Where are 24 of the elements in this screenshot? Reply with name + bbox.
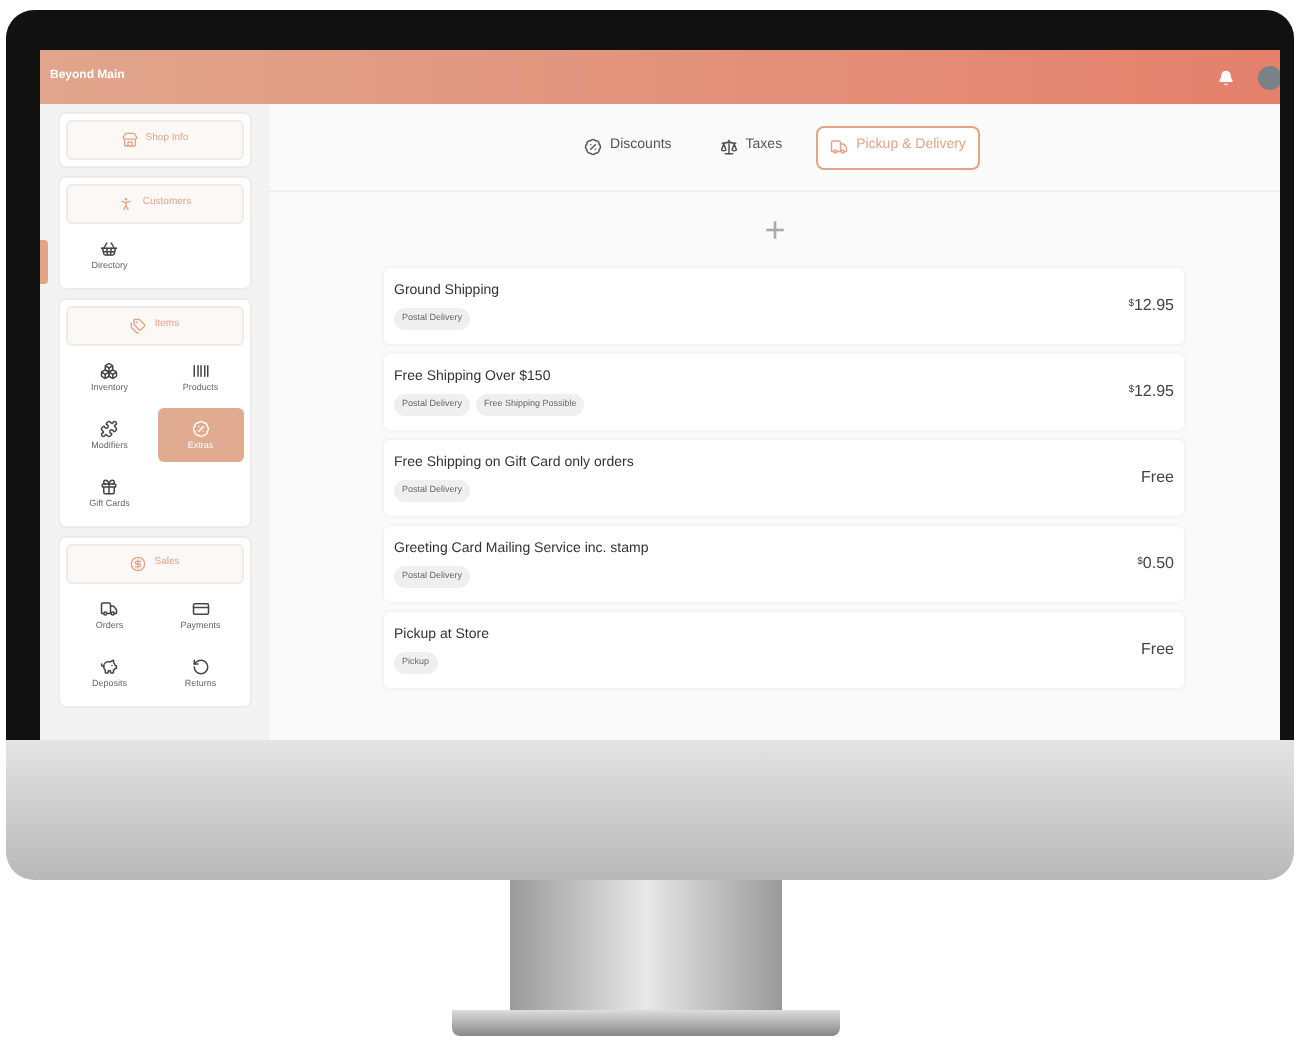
- dollar-icon: [130, 556, 147, 572]
- scale-icon: [719, 138, 738, 156]
- boxes-icon: [100, 361, 119, 380]
- gift-card-icon: [100, 477, 119, 496]
- barcode-icon: [191, 361, 210, 380]
- percent-icon: [191, 419, 210, 438]
- basket-icon: [100, 239, 119, 258]
- avatar[interactable]: [1258, 65, 1280, 89]
- store-icon: [121, 132, 138, 148]
- piggy-bank-icon: [100, 657, 119, 676]
- notification-icon[interactable]: [1218, 69, 1234, 85]
- price: Free: [1141, 638, 1174, 662]
- puzzle-icon: [100, 419, 119, 438]
- card-icon: [191, 599, 210, 618]
- price: $^{$}$12.95: [1128, 294, 1174, 318]
- price: $^{$}$0.50: [1137, 552, 1174, 576]
- person-icon: [118, 196, 135, 212]
- percent-icon: [584, 138, 603, 156]
- tags-icon: [130, 318, 147, 334]
- undo-icon: [191, 657, 210, 676]
- truck-icon: [100, 599, 119, 618]
- price: Free: [1141, 466, 1174, 490]
- truck-icon: [830, 138, 849, 156]
- price: $^{$}$12.95: [1128, 380, 1174, 404]
